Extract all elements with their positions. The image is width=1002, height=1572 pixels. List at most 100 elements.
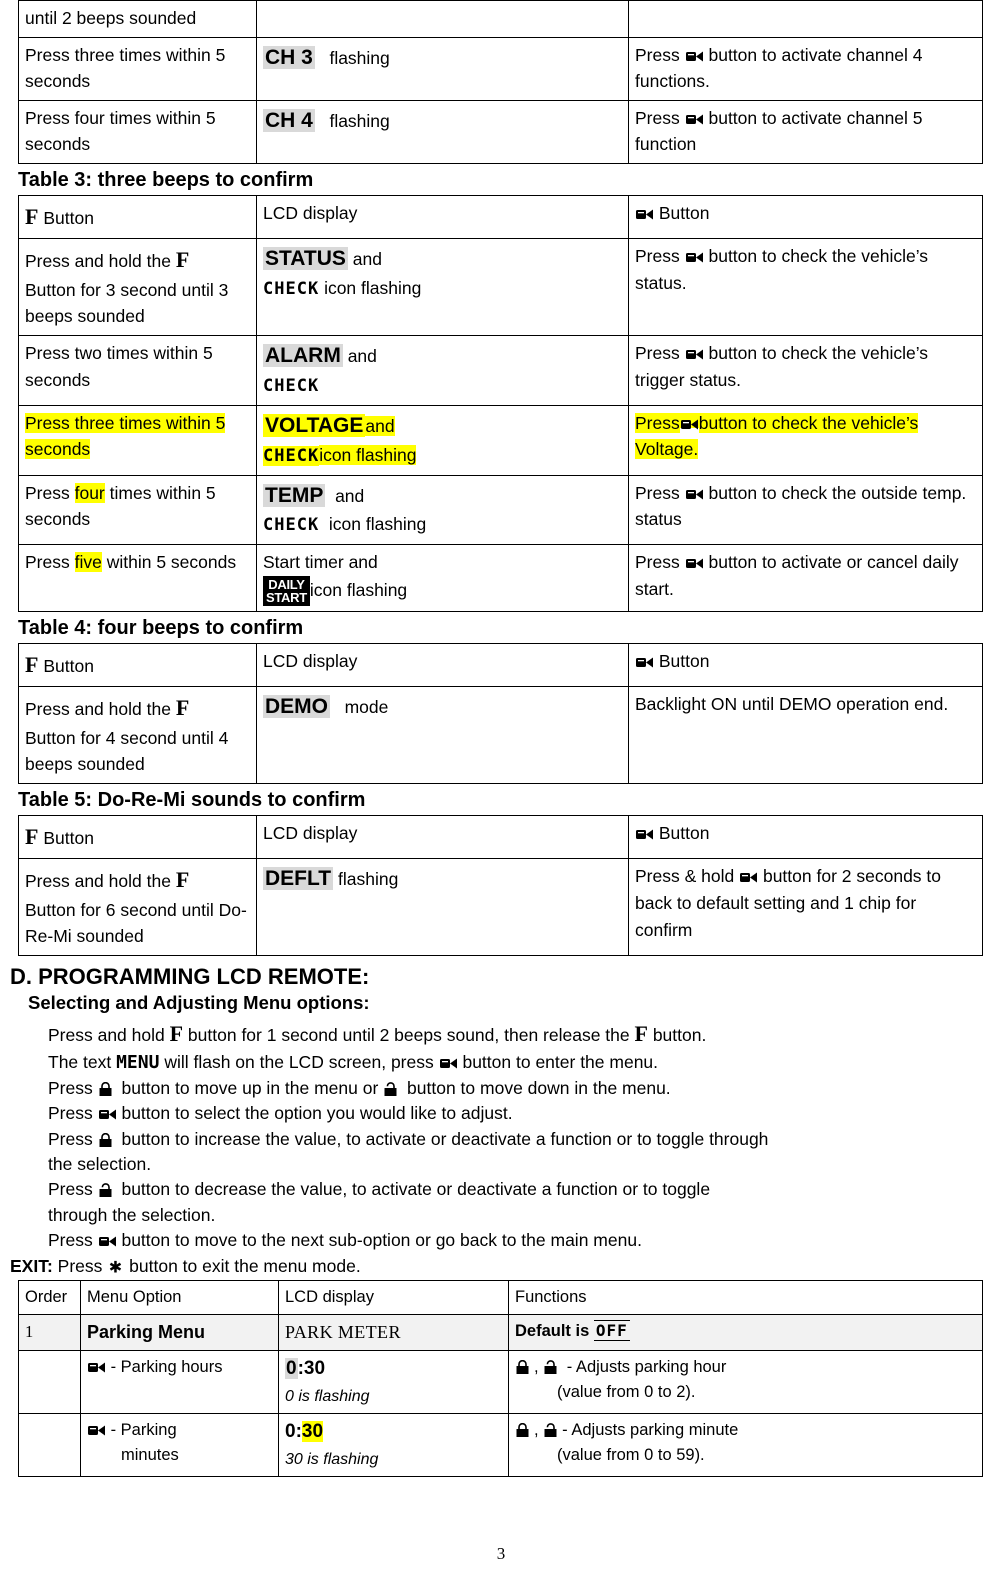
lcd-and: and [352,249,382,270]
table-header-row: F Button LCD display Button [18,814,983,860]
instruction-line: through the selection. [48,1204,216,1225]
remote-button-icon [439,1053,458,1069]
f-pre: Press and hold the [25,699,171,720]
lcd-note: flashing [329,47,390,68]
cell-functions: , - Adjusts parking hour (value from 0 t… [508,1349,983,1415]
remote-button-icon [98,1104,117,1120]
cell-f: Press three times within 5 seconds [18,36,257,101]
f-pre: Press [25,552,70,573]
header-remote-label: Button [658,202,710,223]
remote-button-icon [635,203,654,220]
table-row: Press three times within 5 seconds VOLTA… [18,404,983,476]
f-text-highlighted: Press three times within 5 seconds [25,412,226,460]
text: button for 1 second until 2 beeps sound,… [183,1024,635,1045]
exit-post: button to exit the menu mode. [129,1255,361,1276]
lcd-value: 0:30 [285,1358,325,1379]
cell-lcd: TEMP and CHECK icon flashing [256,474,629,546]
lcd-text: CH 3 [263,45,315,69]
lcd-value: 0:30 [285,1421,324,1443]
text: button to move up in the menu or [116,1077,384,1098]
cell-f: Press and hold the F Button for 4 second… [18,686,257,784]
text: Press [48,1179,98,1200]
text: button to enter the menu. [457,1051,659,1072]
cell-remote [628,0,983,38]
cell-lcd: DEMO mode [256,686,629,784]
menu-lcd-icon: MENU [116,1051,160,1073]
header-f: F Button [18,642,257,688]
table-3: F Button LCD display Button Press and ho… [18,194,983,612]
cell-functions: , - Adjusts parking minute (value from 0… [508,1413,983,1478]
remote-button-icon [679,412,699,430]
lcd-text: TEMP [263,483,326,507]
cell-remote: Press & hold button for 2 seconds to bac… [628,858,983,956]
cell-remote: Press button to check the vehicle’s Volta… [628,404,983,476]
instruction-line: Press and hold F button for 1 second unt… [48,1018,1002,1050]
remote-pre: Press [635,44,680,65]
f-button-icon: F [175,247,190,273]
lcd-note: 0 is flashing [285,1387,370,1405]
lcd-start: Start timer and [263,552,378,573]
remote-button-icon [635,823,654,840]
text: Press [48,1230,98,1251]
lcd-tail: icon flashing [324,278,422,299]
header-lcd: LCD display [278,1279,509,1315]
header-lcd: LCD display [256,194,629,240]
menu-options-table: Order Menu Option LCD display Functions … [18,1279,983,1478]
remote-button-icon [685,246,704,263]
text: button to move to the next sub-option or… [116,1230,642,1251]
remote-pre: Press [635,246,680,267]
remote-pre: Press & hold [635,866,735,887]
f-button-icon: F [25,203,39,229]
svg-text:✱: ✱ [109,1259,122,1275]
text: will flash on the LCD screen, press [159,1051,439,1072]
cell-f: Press four times within 5 seconds [18,99,257,164]
table-4-caption: Table 4: four beeps to confirm [18,616,304,639]
function-text: - Adjusts parking hour [566,1358,727,1376]
lock-button-icon [515,1421,534,1438]
table-5-caption: Table 5: Do-Re-Mi sounds to confirm [18,788,366,811]
remote-button-icon [685,483,704,499]
header-f: F Button [18,194,257,240]
remote-pre: Press [635,552,680,573]
f-highlight: five [74,552,102,573]
cell-f: Press and hold the F Button for 3 second… [18,238,257,337]
cell-lcd: Start timer and DAILY START icon flashin… [256,544,629,612]
remote-button-icon [685,108,704,125]
cell-option: - Parking minutes [80,1413,279,1478]
remote-button-icon [739,866,758,883]
star-button-icon: ✱ [107,1257,124,1276]
text: The text [48,1051,117,1072]
default-label: Default is [515,1321,590,1340]
header-functions: Functions [508,1279,983,1315]
lcd-and: and [365,415,395,436]
cell-f: Press four times within 5 seconds [18,474,257,546]
lcd-text: DEMO [263,695,330,719]
remote-pre: Press [635,482,680,503]
cell-order [18,1413,81,1478]
exit-instruction: EXIT: Press ✱ button to exit the menu mo… [10,1256,1002,1277]
cell-f: Press five within 5 seconds [18,544,257,612]
instruction-line: Press button to increase the value, to a… [48,1127,1002,1152]
table-row: Press and hold the F Button for 6 second… [18,858,983,956]
cell-remote: Press button to check the vehicle’s trig… [628,335,983,406]
lcd-text: PARK METER [285,1321,401,1342]
function-range: (value from 0 to 59). [557,1446,705,1465]
table-2-tail: until 2 beeps sounded Press three times … [18,0,983,164]
exit-label: EXIT: [10,1255,53,1276]
f-button-icon: F [175,867,190,893]
f-pre: Press [25,482,70,503]
lcd-check: CHECK [263,375,320,396]
lcd-value-flashing-digit: 0 [285,1358,298,1379]
lcd-tail: icon flashing [309,579,408,600]
cell-lcd: CH 4 flashing [256,99,629,164]
cell-lcd: CH 3 flashing [256,36,629,101]
lcd-text: ALARM [263,344,343,368]
remote-button-icon [685,552,704,569]
daily-line2: START [266,589,307,605]
text: Press and hold [48,1024,170,1045]
menu-option-name: - Parking [110,1421,177,1440]
header-remote-label: Button [658,650,710,671]
default-value: OFF [593,1319,630,1341]
cell-order: 1 [18,1313,81,1352]
lcd-value-rest: :30 [297,1358,326,1379]
